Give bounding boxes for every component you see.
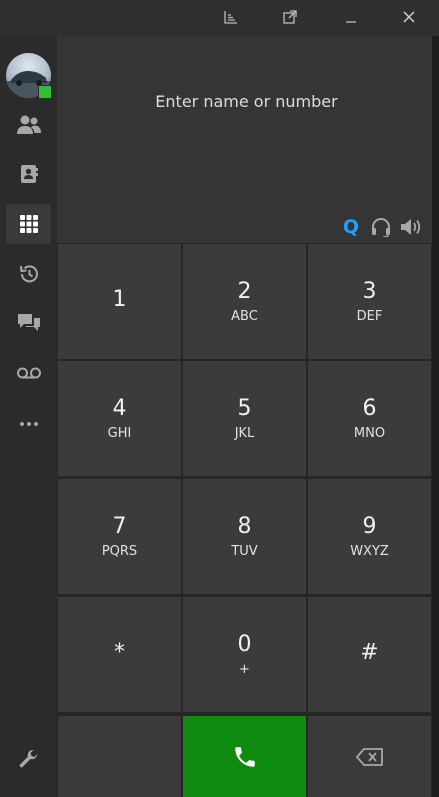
key-digit: 2 bbox=[237, 278, 252, 304]
key-letters: ABC bbox=[231, 308, 258, 324]
dialer-panel: Q 1 2 ABC 3 DEF 4 GHI 5 JKL 6 bbox=[57, 36, 432, 797]
popout-icon[interactable] bbox=[276, 4, 304, 30]
key-4[interactable]: 4 GHI bbox=[58, 361, 181, 476]
key-digit: 9 bbox=[362, 513, 377, 539]
key-9[interactable]: 9 WXYZ bbox=[308, 479, 431, 594]
backspace-button[interactable] bbox=[308, 716, 431, 797]
contacts-icon bbox=[16, 115, 41, 134]
key-6[interactable]: 6 MNO bbox=[308, 361, 431, 476]
number-display: Q bbox=[57, 36, 432, 243]
phone-icon bbox=[234, 746, 255, 767]
call-button[interactable] bbox=[183, 716, 306, 797]
keypad: 1 2 ABC 3 DEF 4 GHI 5 JKL 6 MNO 7 PQRS 8 bbox=[57, 243, 432, 797]
chat-icon bbox=[17, 314, 40, 331]
speaker-icon bbox=[401, 219, 421, 235]
key-1[interactable]: 1 bbox=[58, 244, 181, 359]
speaker-button[interactable] bbox=[399, 216, 423, 238]
key-3[interactable]: 3 DEF bbox=[308, 244, 431, 359]
key-2[interactable]: 2 ABC bbox=[183, 244, 306, 359]
sidebar-item-more[interactable] bbox=[6, 404, 51, 444]
sidebar-item-address-book[interactable] bbox=[6, 154, 51, 194]
key-digit: 3 bbox=[362, 278, 377, 304]
sidebar-item-settings[interactable] bbox=[6, 739, 51, 779]
dialpad-icon bbox=[19, 215, 38, 233]
title-bar bbox=[0, 0, 439, 36]
number-input[interactable] bbox=[77, 86, 416, 116]
more-icon bbox=[19, 422, 38, 426]
key-letters: DEF bbox=[356, 308, 383, 324]
address-book-icon bbox=[20, 165, 38, 183]
key-5[interactable]: 5 JKL bbox=[183, 361, 306, 476]
headset-button[interactable] bbox=[369, 216, 393, 238]
key-letters: TUV bbox=[231, 543, 258, 559]
sidebar-item-chat[interactable] bbox=[6, 303, 51, 343]
close-icon[interactable] bbox=[395, 4, 423, 30]
reports-icon[interactable] bbox=[217, 4, 245, 30]
queue-label: Q bbox=[342, 216, 360, 238]
headset-icon bbox=[372, 218, 390, 237]
key-digit: 0 bbox=[237, 631, 252, 657]
key-letters: PQRS bbox=[101, 543, 138, 559]
key-0[interactable]: 0 + bbox=[183, 597, 306, 712]
key-letters: + bbox=[239, 661, 250, 677]
key-8[interactable]: 8 TUV bbox=[183, 479, 306, 594]
key-digit: * bbox=[114, 639, 125, 665]
key-7[interactable]: 7 PQRS bbox=[58, 479, 181, 594]
key-hash[interactable]: # bbox=[308, 597, 431, 712]
history-icon bbox=[19, 265, 38, 283]
voicemail-icon bbox=[16, 367, 41, 379]
empty-cell bbox=[58, 716, 181, 797]
key-digit: 1 bbox=[112, 286, 127, 312]
key-digit: 5 bbox=[237, 395, 252, 421]
backspace-icon bbox=[355, 747, 383, 766]
key-letters: JKL bbox=[234, 425, 255, 441]
key-star[interactable]: * bbox=[58, 597, 181, 712]
sidebar-item-contacts[interactable] bbox=[6, 105, 51, 145]
presence-indicator bbox=[38, 85, 52, 99]
minimize-icon[interactable] bbox=[337, 4, 365, 30]
key-letters: GHI bbox=[107, 425, 132, 441]
wrench-icon bbox=[19, 749, 37, 768]
key-digit: 7 bbox=[112, 513, 127, 539]
sidebar-item-dialpad[interactable] bbox=[6, 204, 51, 244]
sidebar bbox=[0, 36, 57, 797]
key-digit: 8 bbox=[237, 513, 252, 539]
key-digit: 6 bbox=[362, 395, 377, 421]
key-letters: MNO bbox=[353, 425, 386, 441]
key-digit: 4 bbox=[112, 395, 127, 421]
key-digit: # bbox=[360, 639, 379, 665]
sidebar-item-history[interactable] bbox=[6, 254, 51, 294]
key-letters: WXYZ bbox=[350, 543, 389, 559]
queue-button[interactable]: Q bbox=[339, 216, 363, 238]
sidebar-item-voicemail[interactable] bbox=[6, 353, 51, 393]
window-edge bbox=[432, 36, 439, 797]
